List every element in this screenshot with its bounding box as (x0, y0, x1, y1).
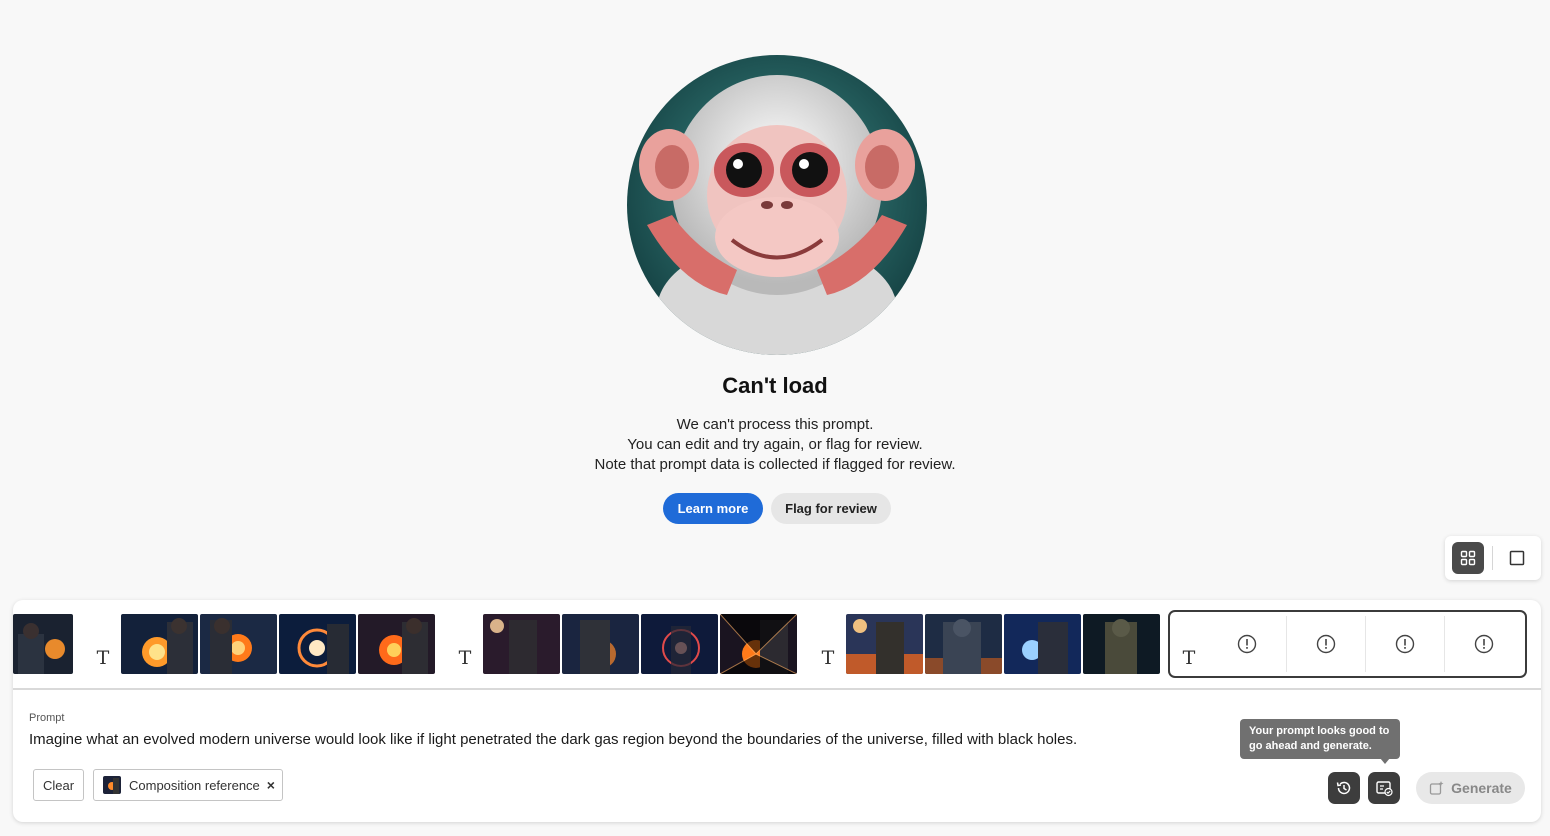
history-thumbnail[interactable] (925, 614, 1002, 674)
remove-reference-icon[interactable]: × (267, 777, 275, 793)
single-view-icon (1509, 550, 1525, 566)
alert-circle-icon (1237, 634, 1257, 654)
learn-more-button[interactable]: Learn more (663, 493, 763, 524)
generate-label: Generate (1451, 780, 1512, 796)
history-thumbnail[interactable] (562, 614, 639, 674)
tooltip-line-2: go ahead and generate. (1249, 740, 1372, 752)
history-thumbnail[interactable] (121, 614, 198, 674)
history-icon (1336, 781, 1351, 795)
alert-circle-icon (1395, 634, 1415, 654)
composition-reference-label: Composition reference (129, 777, 260, 793)
grid-view-icon (1460, 550, 1476, 566)
prompt-label: Prompt (29, 712, 65, 724)
history-thumbnail[interactable] (720, 614, 797, 674)
tooltip-line-1: Your prompt looks good to (1249, 725, 1390, 737)
history-thumbnail[interactable] (13, 614, 73, 674)
generation-panel: T T T T Prompt Imagine what an evolved m… (13, 600, 1541, 822)
strip-divider (13, 688, 1541, 690)
error-title: Can't load (722, 373, 828, 398)
history-thumbnail[interactable] (1083, 614, 1160, 674)
composition-reference-chip[interactable]: Composition reference × (93, 769, 283, 801)
history-thumbnail[interactable] (200, 614, 277, 674)
prompt-text-badge[interactable]: T (449, 642, 481, 674)
flag-for-review-button[interactable]: Flag for review (771, 493, 891, 524)
toggle-divider (1492, 546, 1493, 570)
history-strip: T T T T (13, 600, 1541, 688)
history-button[interactable] (1328, 772, 1360, 804)
error-message-line-1: We can't process this prompt. (676, 416, 874, 433)
history-thumbnail[interactable] (279, 614, 356, 674)
tooltip-arrow (1380, 758, 1390, 764)
prompt-input[interactable]: Imagine what an evolved modern universe … (29, 731, 1077, 748)
history-thumbnail[interactable] (483, 614, 560, 674)
alert-circle-icon (1316, 634, 1336, 654)
prompt-check-icon (1376, 781, 1393, 797)
generate-button[interactable]: Generate (1416, 772, 1525, 804)
composition-reference-thumbnail (103, 776, 121, 794)
failed-thumbnail[interactable] (1445, 612, 1523, 676)
error-message-line-3: Note that prompt data is collected if fl… (594, 456, 956, 473)
history-thumbnail[interactable] (641, 614, 718, 674)
prompt-check-button[interactable] (1368, 772, 1400, 804)
history-thumbnail[interactable] (846, 614, 923, 674)
failed-thumbnail[interactable] (1287, 612, 1365, 676)
history-thumbnail[interactable] (1004, 614, 1081, 674)
failed-thumbnail[interactable] (1208, 612, 1286, 676)
generate-icon (1429, 781, 1444, 795)
history-thumbnail[interactable] (358, 614, 435, 674)
failed-thumbnail[interactable] (1366, 612, 1444, 676)
error-illustration (627, 55, 927, 355)
prompt-check-tooltip: Your prompt looks good to go ahead and g… (1240, 719, 1400, 759)
single-view-button[interactable] (1501, 542, 1533, 574)
clear-button[interactable]: Clear (33, 769, 84, 801)
failed-generation-group[interactable]: T (1168, 610, 1527, 678)
view-toggle (1445, 536, 1541, 580)
prompt-text-badge[interactable]: T (812, 642, 844, 674)
prompt-text-badge[interactable]: T (1173, 642, 1205, 674)
error-message-line-2: You can edit and try again, or flag for … (627, 436, 923, 453)
grid-view-button[interactable] (1452, 542, 1484, 574)
prompt-text-badge[interactable]: T (87, 642, 119, 674)
alert-circle-icon (1474, 634, 1494, 654)
